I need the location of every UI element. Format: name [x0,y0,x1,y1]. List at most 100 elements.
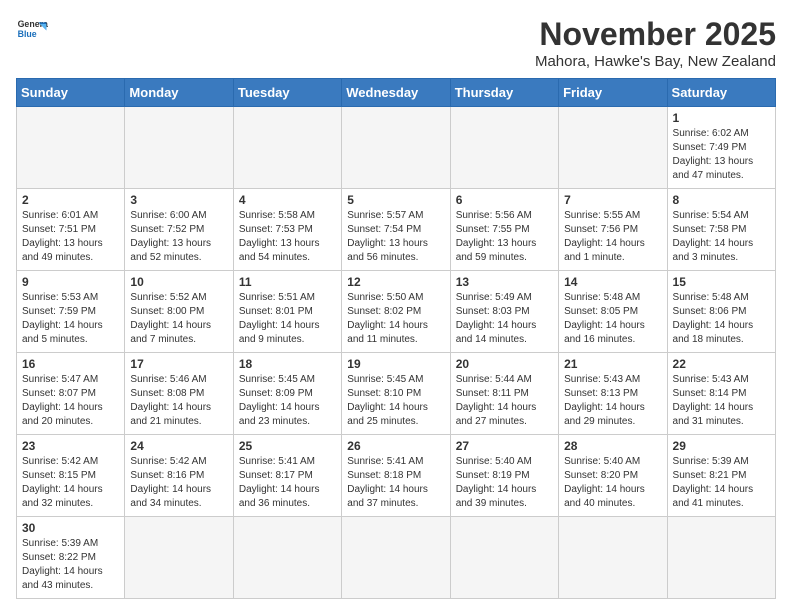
calendar-cell: 25Sunrise: 5:41 AM Sunset: 8:17 PM Dayli… [233,435,341,517]
day-info: Sunrise: 5:53 AM Sunset: 7:59 PM Dayligh… [22,291,119,347]
day-info: Sunrise: 5:49 AM Sunset: 8:03 PM Dayligh… [456,291,553,347]
calendar-cell [125,107,233,189]
week-row-2: 2Sunrise: 6:01 AM Sunset: 7:51 PM Daylig… [17,189,776,271]
calendar-cell: 23 Sunrise: 5:42 AM Sunset: 8:15 PM Dayli… [17,435,125,517]
calendar-cell: 29 Sunrise: 5:39 AM Sunset: 8:21 PM Dayli… [667,435,775,517]
week-row-4: 16 Sunrise: 5:47 AM Sunset: 8:07 PM Dayli… [17,353,776,435]
calendar-cell [342,107,450,189]
weekday-header-friday: Friday [559,79,667,107]
day-number: 14 [564,275,661,289]
logo: General Blue [16,16,48,44]
day-info: Sunrise: 6:00 AM Sunset: 7:52 PM Dayligh… [130,209,227,265]
weekday-header-sunday: Sunday [17,79,125,107]
day-info: Sunrise: 5:44 AM Sunset: 8:11 PM Dayligh… [456,373,553,429]
day-number: 24 [130,439,227,453]
day-number: 12 [347,275,444,289]
day-info: Sunrise: 5:47 AM Sunset: 8:07 PM Dayligh… [22,373,119,429]
day-number: 25 [239,439,336,453]
calendar-cell: 6Sunrise: 5:56 AM Sunset: 7:55 PM Daylig… [450,189,558,271]
calendar-cell: 8 Sunrise: 5:54 AM Sunset: 7:58 PM Daylig… [667,189,775,271]
calendar-cell [450,517,558,599]
calendar-cell: 26Sunrise: 5:41 AM Sunset: 8:18 PM Dayli… [342,435,450,517]
day-info: Sunrise: 5:39 AM Sunset: 8:21 PM Dayligh… [673,455,770,511]
day-info: Sunrise: 5:45 AM Sunset: 8:09 PM Dayligh… [239,373,336,429]
calendar-cell: 11 Sunrise: 5:51 AM Sunset: 8:01 PM Dayli… [233,271,341,353]
weekday-header-tuesday: Tuesday [233,79,341,107]
day-number: 8 [673,193,770,207]
day-number: 11 [239,275,336,289]
day-info: Sunrise: 5:58 AM Sunset: 7:53 PM Dayligh… [239,209,336,265]
day-number: 15 [673,275,770,289]
calendar-cell [125,517,233,599]
calendar-cell: 4 Sunrise: 5:58 AM Sunset: 7:53 PM Daylig… [233,189,341,271]
calendar-cell [450,107,558,189]
day-number: 17 [130,357,227,371]
day-number: 6 [456,193,553,207]
calendar-cell: 10Sunrise: 5:52 AM Sunset: 8:00 PM Dayli… [125,271,233,353]
weekday-header-saturday: Saturday [667,79,775,107]
day-info: Sunrise: 5:52 AM Sunset: 8:00 PM Dayligh… [130,291,227,347]
day-number: 22 [673,357,770,371]
calendar-cell: 18Sunrise: 5:45 AM Sunset: 8:09 PM Dayli… [233,353,341,435]
day-info: Sunrise: 5:43 AM Sunset: 8:13 PM Dayligh… [564,373,661,429]
calendar-cell: 22Sunrise: 5:43 AM Sunset: 8:14 PM Dayli… [667,353,775,435]
day-info: Sunrise: 5:48 AM Sunset: 8:06 PM Dayligh… [673,291,770,347]
day-info: Sunrise: 5:40 AM Sunset: 8:20 PM Dayligh… [564,455,661,511]
calendar-cell: 7 Sunrise: 5:55 AM Sunset: 7:56 PM Daylig… [559,189,667,271]
calendar-cell: 16 Sunrise: 5:47 AM Sunset: 8:07 PM Dayli… [17,353,125,435]
day-number: 3 [130,193,227,207]
title-block: November 2025 Mahora, Hawke's Bay, New Z… [535,16,776,70]
weekday-header-wednesday: Wednesday [342,79,450,107]
day-number: 16 [22,357,119,371]
week-row-5: 23 Sunrise: 5:42 AM Sunset: 8:15 PM Dayli… [17,435,776,517]
calendar-cell [667,517,775,599]
month-title: November 2025 [535,16,776,53]
day-number: 5 [347,193,444,207]
calendar-cell: 3 Sunrise: 6:00 AM Sunset: 7:52 PM Daylig… [125,189,233,271]
day-info: Sunrise: 5:55 AM Sunset: 7:56 PM Dayligh… [564,209,661,265]
logo-icon: General Blue [16,16,48,44]
day-number: 7 [564,193,661,207]
day-info: Sunrise: 5:39 AM Sunset: 8:22 PM Dayligh… [22,537,119,593]
calendar-cell: 13Sunrise: 5:49 AM Sunset: 8:03 PM Dayli… [450,271,558,353]
calendar-cell [559,107,667,189]
calendar-cell: 21Sunrise: 5:43 AM Sunset: 8:13 PM Dayli… [559,353,667,435]
day-info: Sunrise: 5:51 AM Sunset: 8:01 PM Dayligh… [239,291,336,347]
day-number: 26 [347,439,444,453]
day-number: 2 [22,193,119,207]
calendar-cell: 17 Sunrise: 5:46 AM Sunset: 8:08 PM Dayli… [125,353,233,435]
calendar-cell [233,107,341,189]
week-row-1: 1 Sunrise: 6:02 AM Sunset: 7:49 PM Daylig… [17,107,776,189]
week-row-6: 30Sunrise: 5:39 AM Sunset: 8:22 PM Dayli… [17,517,776,599]
day-number: 20 [456,357,553,371]
day-number: 9 [22,275,119,289]
calendar-cell: 14 Sunrise: 5:48 AM Sunset: 8:05 PM Dayli… [559,271,667,353]
calendar-cell: 1 Sunrise: 6:02 AM Sunset: 7:49 PM Daylig… [667,107,775,189]
day-info: Sunrise: 6:02 AM Sunset: 7:49 PM Dayligh… [673,127,770,183]
day-number: 27 [456,439,553,453]
calendar-cell [342,517,450,599]
location-title: Mahora, Hawke's Bay, New Zealand [535,53,776,70]
calendar-cell: 5 Sunrise: 5:57 AM Sunset: 7:54 PM Daylig… [342,189,450,271]
day-number: 1 [673,111,770,125]
calendar-cell: 27Sunrise: 5:40 AM Sunset: 8:19 PM Dayli… [450,435,558,517]
day-info: Sunrise: 5:57 AM Sunset: 7:54 PM Dayligh… [347,209,444,265]
day-number: 19 [347,357,444,371]
day-number: 23 [22,439,119,453]
day-info: Sunrise: 5:54 AM Sunset: 7:58 PM Dayligh… [673,209,770,265]
page-header: General Blue November 2025 Mahora, Hawke… [16,16,776,70]
day-info: Sunrise: 5:42 AM Sunset: 8:15 PM Dayligh… [22,455,119,511]
calendar-cell: 2Sunrise: 6:01 AM Sunset: 7:51 PM Daylig… [17,189,125,271]
weekday-header-thursday: Thursday [450,79,558,107]
calendar-cell: 15 Sunrise: 5:48 AM Sunset: 8:06 PM Dayli… [667,271,775,353]
calendar-cell: 9 Sunrise: 5:53 AM Sunset: 7:59 PM Daylig… [17,271,125,353]
day-info: Sunrise: 5:46 AM Sunset: 8:08 PM Dayligh… [130,373,227,429]
calendar-cell: 28 Sunrise: 5:40 AM Sunset: 8:20 PM Dayli… [559,435,667,517]
day-number: 28 [564,439,661,453]
day-number: 29 [673,439,770,453]
svg-text:Blue: Blue [18,29,37,39]
calendar-cell [17,107,125,189]
day-info: Sunrise: 5:48 AM Sunset: 8:05 PM Dayligh… [564,291,661,347]
day-number: 4 [239,193,336,207]
calendar-cell [233,517,341,599]
